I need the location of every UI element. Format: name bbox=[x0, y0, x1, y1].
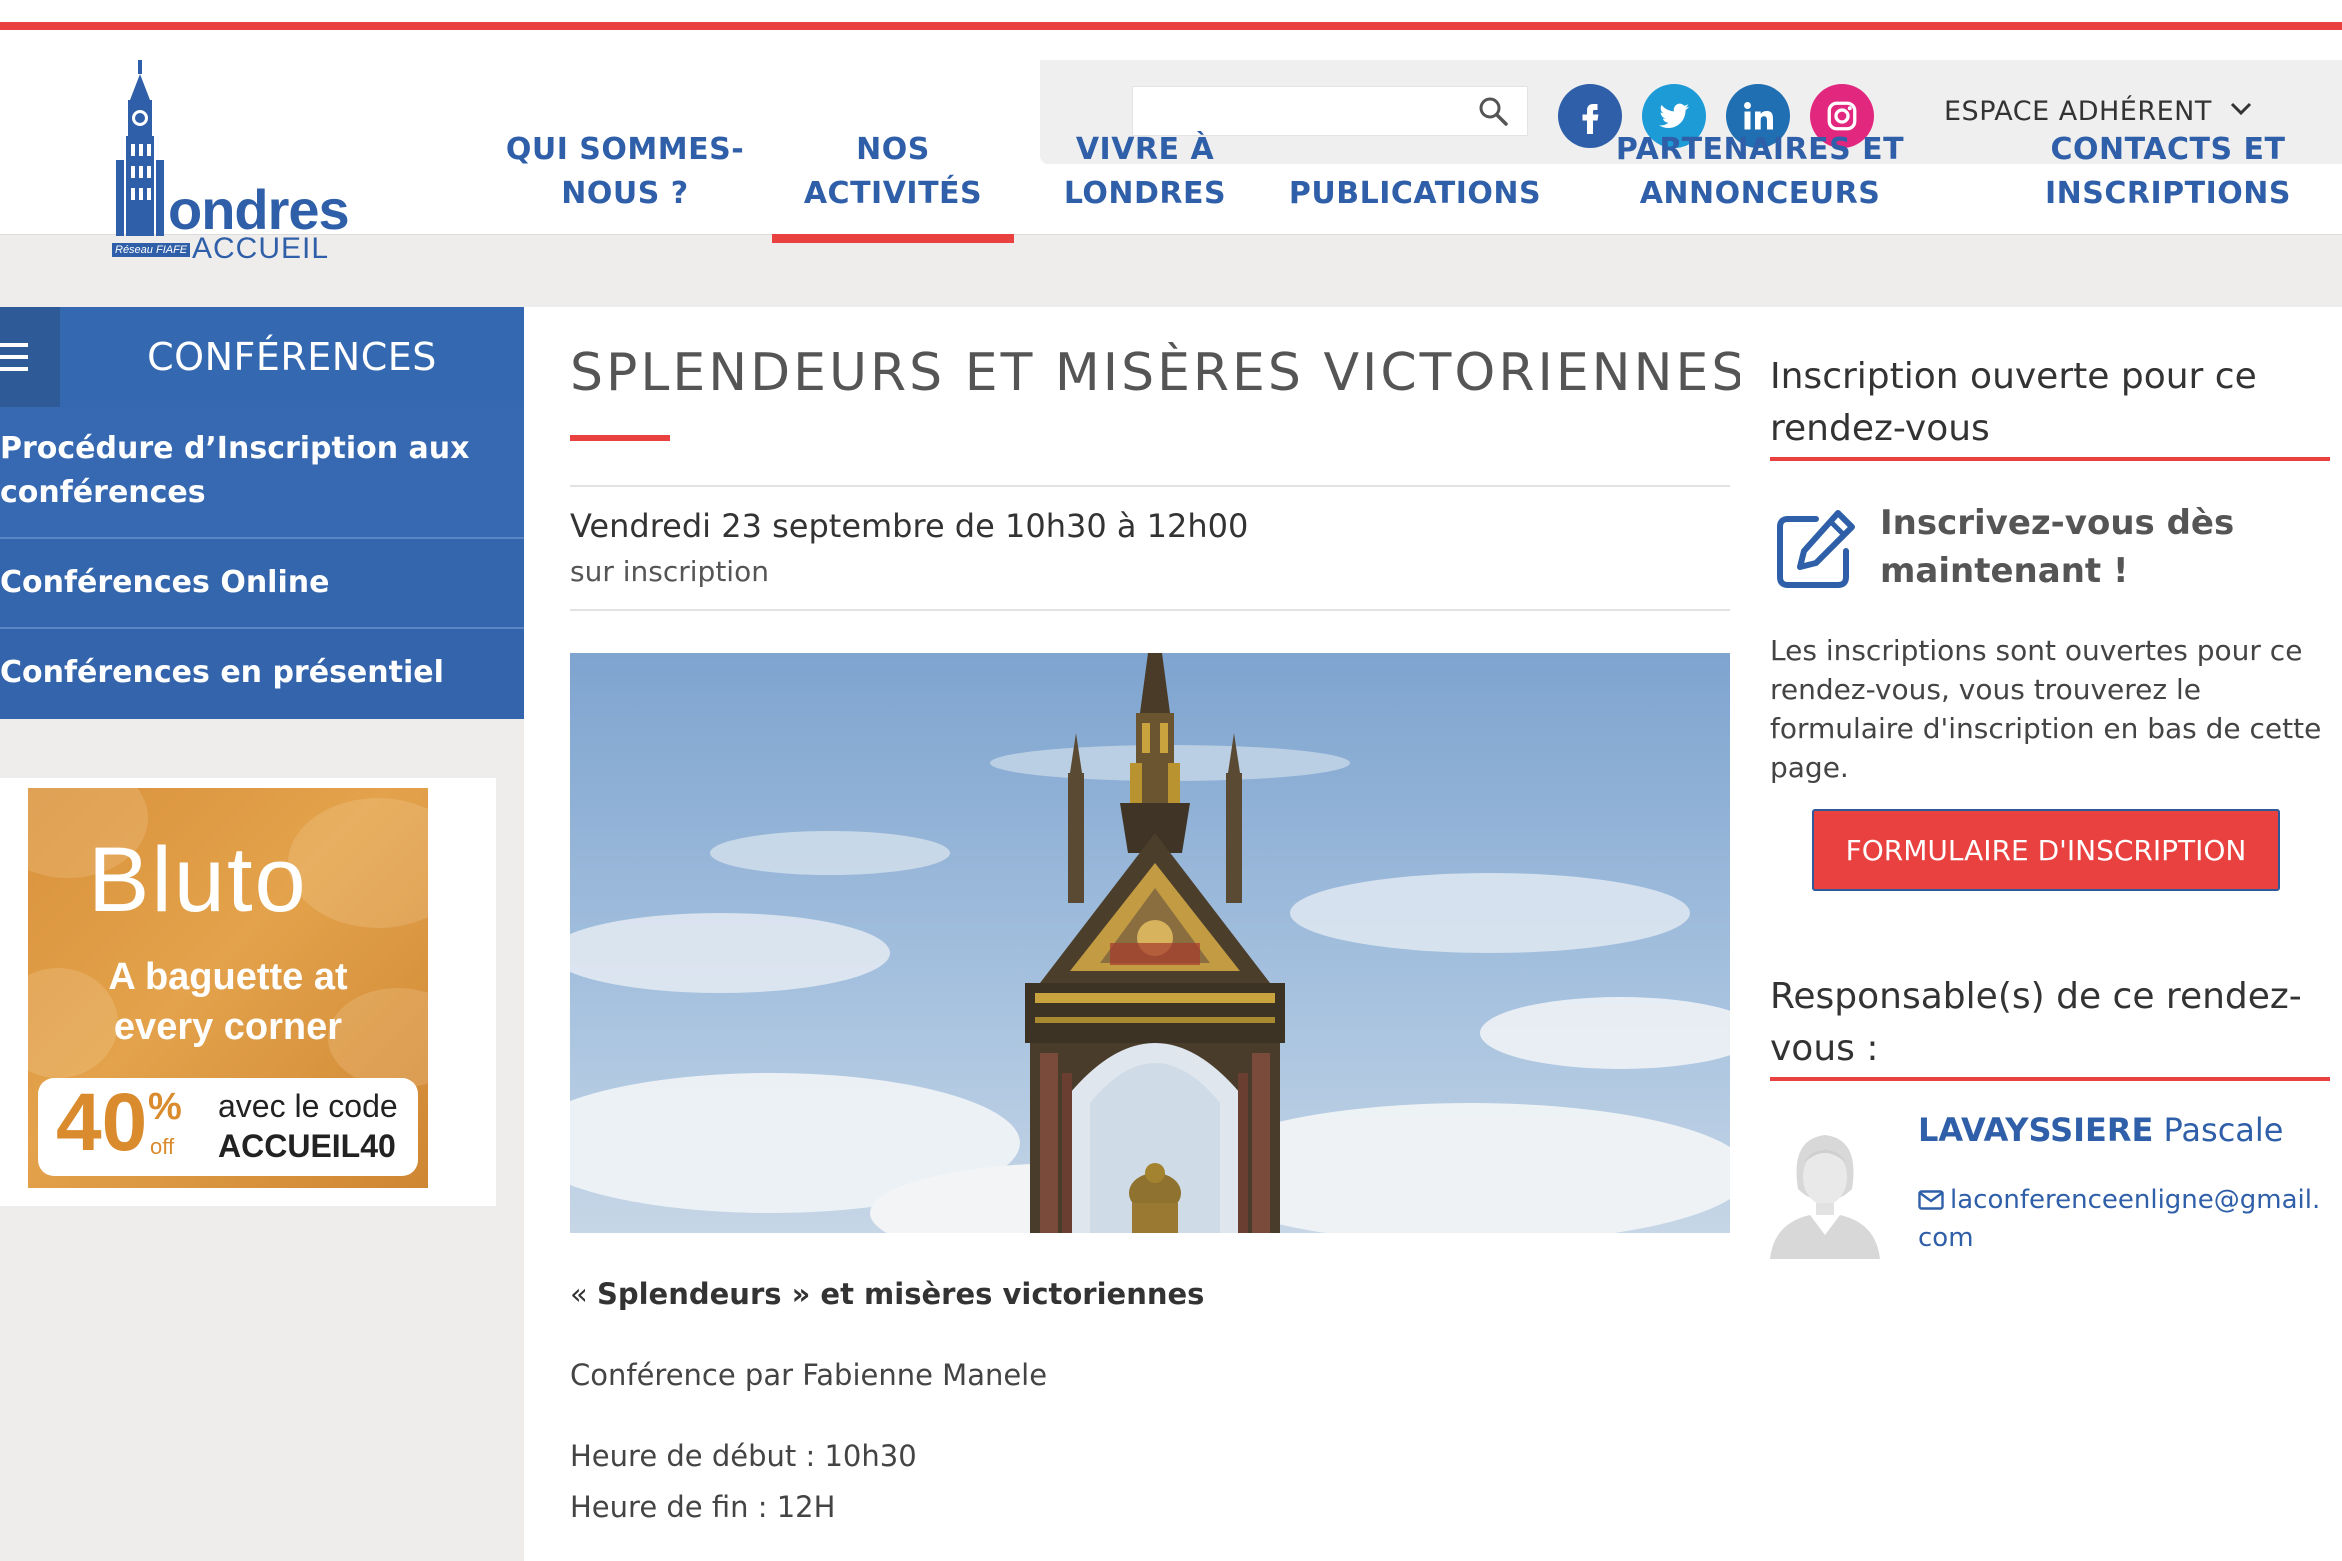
registration-form-button[interactable]: FORMULAIRE D'INSCRIPTION bbox=[1812, 809, 2280, 891]
nav-nos-activites[interactable]: NOS ACTIVITÉS bbox=[772, 128, 1014, 216]
nav-line bbox=[1270, 128, 1560, 172]
avatar-icon bbox=[1770, 1135, 1880, 1259]
event-date: Vendredi 23 septembre de 10h30 à 12h00 bbox=[570, 507, 1249, 545]
nav-qui-sommes-nous[interactable]: QUI SOMMES- NOUS ? bbox=[500, 128, 750, 216]
nav-line: ACTIVITÉS bbox=[803, 176, 983, 211]
sidebar-header: CONFÉRENCES bbox=[0, 307, 524, 407]
nav-line: INSCRIPTIONS bbox=[2045, 176, 2291, 211]
nav-line: LONDRES bbox=[1063, 176, 1227, 211]
nav-line: PUBLICATIONS bbox=[1288, 176, 1542, 211]
ad-percent-sign: % bbox=[148, 1086, 182, 1128]
intro-title: Splendeurs » et misères victoriennes bbox=[596, 1277, 1205, 1311]
registration-text: Les inscriptions sont ouvertes pour ce r… bbox=[1770, 634, 2322, 784]
nav-line: NOS bbox=[856, 132, 930, 167]
top-strip bbox=[0, 0, 2342, 30]
divider bbox=[570, 609, 1730, 611]
event-registration-note: sur inscription bbox=[570, 555, 769, 588]
sidebar-item-presentiel[interactable]: Conférences en présentiel bbox=[0, 629, 524, 719]
site-header: ondres ACCUEIL Réseau FIAFE ESPACE ADHÉR… bbox=[0, 30, 2342, 265]
main-content: SPLENDEURS ET MISÈRES VICTORIENNES Vendr… bbox=[524, 307, 1744, 1561]
search-icon[interactable] bbox=[1477, 95, 1509, 127]
logo-subtitle: ACCUEIL bbox=[192, 232, 330, 265]
responsable-name[interactable]: LAVAYSSIERE Pascale bbox=[1918, 1111, 2283, 1149]
logo-network: Réseau FIAFE bbox=[112, 243, 191, 257]
edit-icon bbox=[1777, 510, 1855, 588]
event-end-time: Heure de fin : 12H bbox=[570, 1490, 836, 1524]
registration-sidebar: Inscription ouverte pour ce rendez-vous … bbox=[1740, 307, 2342, 1561]
top-accent-bar bbox=[0, 22, 2342, 30]
ad-off: off bbox=[150, 1134, 175, 1159]
nav-contacts[interactable]: CONTACTS ET INSCRIPTIONS bbox=[2030, 128, 2306, 216]
intro-prefix: « bbox=[570, 1277, 597, 1311]
member-area-link[interactable]: ESPACE ADHÉRENT bbox=[1944, 96, 2212, 127]
ad-code-line: avec le code bbox=[218, 1088, 398, 1124]
responsable-email[interactable]: laconferenceenligne@gmail.com bbox=[1918, 1181, 2328, 1257]
nav-line: CONTACTS ET bbox=[2050, 132, 2286, 167]
logo-brand: ondres bbox=[168, 178, 350, 241]
nav-vivre-a-londres[interactable]: VIVRE À LONDRES bbox=[1040, 128, 1250, 216]
sidebar-item-online[interactable]: Conférences Online bbox=[0, 539, 524, 629]
nav-publications[interactable]: PUBLICATIONS bbox=[1270, 128, 1560, 216]
sidebar-menu: Procédure d’Inscription aux conférences … bbox=[0, 407, 524, 719]
envelope-icon bbox=[1918, 1190, 1944, 1210]
site-logo[interactable]: ondres ACCUEIL Réseau FIAFE bbox=[108, 60, 350, 265]
ad-tagline: A baguette at every corner bbox=[28, 952, 428, 1052]
ad-container: Bluto A baguette at every corner 40 % of… bbox=[0, 778, 496, 1206]
chevron-down-icon[interactable] bbox=[2226, 94, 2256, 124]
sidebar-title: CONFÉRENCES bbox=[147, 335, 437, 379]
event-photo-albert-memorial bbox=[570, 653, 1730, 1233]
heading-underline bbox=[1770, 457, 2330, 461]
menu-icon[interactable] bbox=[0, 307, 60, 407]
sidebar-item-procedure[interactable]: Procédure d’Inscription aux conférences bbox=[0, 407, 524, 539]
event-speaker: Conférence par Fabienne Manele bbox=[570, 1358, 1048, 1392]
responsable-email-text: laconferenceenligne@gmail.com bbox=[1918, 1185, 2321, 1253]
registration-cta: Inscrivez-vous dès maintenant ! bbox=[1880, 503, 2235, 591]
bluto-ad-banner[interactable]: Bluto A baguette at every corner 40 % of… bbox=[28, 788, 428, 1188]
registration-heading: Inscription ouverte pour ce rendez-vous bbox=[1770, 356, 2257, 449]
nav-line: PARTENAIRES ET bbox=[1615, 132, 1905, 167]
title-underline bbox=[570, 435, 670, 441]
ad-tagline-2: every corner bbox=[113, 1006, 343, 1048]
event-intro: « Splendeurs » et misères victoriennes bbox=[570, 1277, 1204, 1311]
ad-percent: 40 bbox=[56, 1077, 148, 1168]
responsable-heading: Responsable(s) de ce rendez-vous : bbox=[1770, 976, 2302, 1069]
nav-line: NOUS ? bbox=[561, 176, 689, 211]
event-start-time: Heure de début : 10h30 bbox=[570, 1439, 917, 1473]
divider bbox=[570, 485, 1730, 487]
nav-active-indicator bbox=[772, 234, 1014, 243]
page-title: SPLENDEURS ET MISÈRES VICTORIENNES bbox=[570, 343, 1748, 403]
nav-line: VIVRE À bbox=[1075, 132, 1215, 167]
ad-coupon: 40 % off avec le code ACCUEIL40 bbox=[38, 1078, 418, 1176]
heading-underline bbox=[1770, 1077, 2330, 1081]
responsable-last-name: LAVAYSSIERE bbox=[1918, 1111, 2154, 1149]
ad-code: ACCUEIL40 bbox=[218, 1128, 396, 1164]
nav-partenaires[interactable]: PARTENAIRES ET ANNONCEURS bbox=[1590, 128, 1930, 216]
responsable-first-name: Pascale bbox=[2163, 1111, 2284, 1149]
nav-line: ANNONCEURS bbox=[1639, 176, 1881, 211]
ad-brand: Bluto bbox=[88, 829, 308, 931]
nav-line: QUI SOMMES- bbox=[505, 132, 745, 167]
ad-tagline-1: A baguette at bbox=[108, 956, 348, 998]
